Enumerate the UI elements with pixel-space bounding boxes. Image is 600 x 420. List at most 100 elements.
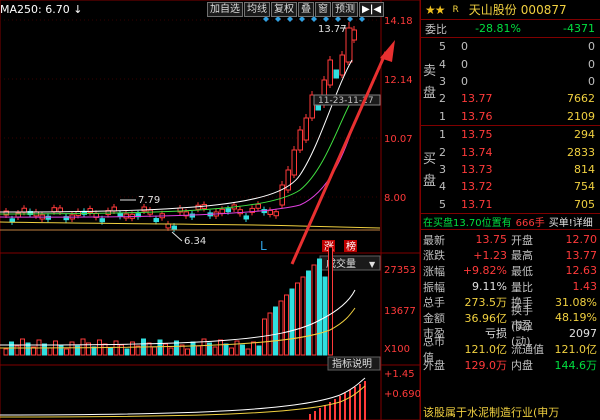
- volume-bar: [234, 340, 240, 356]
- nav-arrows-icon[interactable]: ▶|◀: [359, 2, 385, 17]
- stats-v: +1.23: [473, 248, 507, 262]
- stats-row: 涨幅 +9.82% 最低 12.63: [421, 263, 600, 279]
- price-tick-label: 12.14: [384, 75, 413, 86]
- volume-bar: [306, 270, 311, 356]
- stats-v: 129.0万: [464, 358, 508, 372]
- volume-bar: [157, 339, 163, 356]
- sell-level-qty: 2109: [567, 109, 595, 123]
- macd-tick-label: +0.690: [384, 389, 420, 400]
- down-arrow-icon: ↓: [73, 3, 83, 16]
- buy-level[interactable]: 1 13.75 294: [421, 126, 600, 143]
- volume-bar: [190, 341, 196, 356]
- candle-body: [219, 208, 225, 214]
- volume-bar: [80, 338, 86, 356]
- stats-k: 总手: [423, 296, 445, 310]
- buy-level[interactable]: 4 13.72 754: [421, 178, 600, 195]
- sell-level-price: 13.76: [461, 109, 493, 123]
- sell-level[interactable]: 4 0 0: [421, 55, 600, 72]
- chart-toolbar: 加自选 均线 复权 叠 窗 预测 ▶|◀: [207, 2, 385, 17]
- volume-bar: [119, 344, 124, 356]
- sell-label-char-1: 卖: [423, 64, 437, 79]
- volume-bar: [229, 347, 234, 356]
- weibi-pct: -28.81%: [475, 22, 521, 35]
- volume-bar: [240, 344, 245, 356]
- sell-level-index: 1: [439, 109, 446, 123]
- buy-label-char-2: 盘: [423, 174, 437, 189]
- candle-body: [333, 69, 339, 79]
- volume-bar: [91, 346, 97, 356]
- buy-level-price: 13.75: [461, 128, 493, 142]
- candle-body: [153, 218, 159, 223]
- sell-level[interactable]: 3 0 0: [421, 73, 600, 90]
- forecast-button[interactable]: 预测: [332, 2, 358, 17]
- stats-k2: 开盘: [511, 233, 533, 247]
- sell-level[interactable]: 1 13.76 2109: [421, 108, 600, 125]
- badge-ting: 榜: [346, 240, 356, 253]
- stats-v: 36.96亿: [464, 311, 508, 325]
- ma-line-yellow: [0, 221, 381, 229]
- industry-footer[interactable]: 该股属于水泥制造行业(申万: [423, 404, 599, 420]
- weibi-diff: -4371: [563, 22, 595, 35]
- add-watchlist-button[interactable]: 加自选: [207, 2, 243, 17]
- overlay-button[interactable]: 叠: [298, 2, 314, 17]
- stats-k2: 量比: [511, 280, 533, 294]
- volume-bar: [196, 345, 201, 356]
- sell-level-price: 13.77: [461, 92, 493, 106]
- industry-footer-text: 该股属于水泥制造行业(申万: [423, 406, 560, 419]
- buy-level-index: 1: [439, 128, 446, 142]
- ma-line-button[interactable]: 均线: [244, 2, 270, 17]
- buy-level[interactable]: 2 13.74 2833: [421, 143, 600, 160]
- order-summary[interactable]: 在买盘13.70位置有 666手 买单!详细: [421, 213, 600, 230]
- candle-body: [351, 29, 357, 41]
- volume-bar: [64, 348, 69, 356]
- ma250-label: MA250: 6.70 ↓: [0, 3, 82, 16]
- sell-level-qty: 0: [588, 57, 595, 71]
- ma250-value: MA250: 6.70: [0, 3, 70, 16]
- stats-v2: 31.08%: [555, 295, 597, 309]
- buy-book: 买 盘 1 13.75 294 2 13.74 2833 3 13.73 814 4 13.72 75…: [421, 125, 600, 213]
- buy-level[interactable]: 5 13.71 705: [421, 196, 600, 213]
- stats-row: 总市值 121.0亿 流通值 121.0亿: [421, 335, 600, 364]
- stats-v2: 12.63: [565, 264, 598, 278]
- candle-body: [273, 211, 279, 217]
- weibi-row: 委比 -28.81% -4371: [421, 20, 600, 38]
- volume-bar: [108, 347, 113, 356]
- sell-label-char-2: 盘: [423, 86, 437, 101]
- volume-bar: [152, 346, 157, 356]
- stats-v2: 48.19%: [555, 311, 597, 325]
- volume-bar: [163, 343, 168, 356]
- sell-level[interactable]: 5 0 0: [421, 38, 600, 55]
- adjust-button[interactable]: 复权: [271, 2, 297, 17]
- stats-v: +9.82%: [462, 264, 507, 278]
- buy-level[interactable]: 3 13.73 814: [421, 161, 600, 178]
- order-summary-detail[interactable]: 买单!详细: [549, 214, 593, 229]
- buy-level-price: 13.72: [461, 180, 493, 194]
- stats-v2: 13.77: [565, 248, 598, 262]
- volume-bar: [300, 276, 306, 356]
- stats-v: 273.5万: [464, 296, 508, 310]
- kline-chart-area[interactable]: 14.18 12.14 10.07 8.00 7.79 6.34 13.77 11-23-11…: [0, 0, 420, 420]
- l-marker: L: [260, 239, 267, 253]
- volume-bar: [317, 258, 322, 356]
- volume-bar: [262, 318, 267, 356]
- candle-body: [87, 208, 93, 214]
- volume-bar: [311, 264, 317, 356]
- sell-level[interactable]: 2 13.77 7662: [421, 90, 600, 107]
- volume-bar: [251, 341, 256, 356]
- volume-bar: [113, 340, 119, 356]
- candle-body: [243, 215, 249, 220]
- sell-side-label: 卖 盘: [423, 64, 439, 102]
- volume-bar: [168, 347, 174, 356]
- star-icon[interactable]: ★★: [425, 3, 445, 17]
- buy-level-index: 5: [439, 197, 446, 211]
- volume-bar: [322, 276, 328, 356]
- weibi-label: 委比: [425, 22, 447, 36]
- window-button[interactable]: 窗: [315, 2, 331, 17]
- sell-level-index: 2: [439, 92, 446, 106]
- volume-bar: [42, 343, 47, 356]
- stats-k: 振幅: [423, 280, 445, 294]
- volume-bar: [102, 343, 108, 356]
- sell-level-index: 3: [439, 74, 446, 88]
- kline-chart[interactable]: 14.1812.1410.078.007.796.3413.7711-23-11…: [0, 0, 420, 420]
- volume-bar: [284, 294, 289, 356]
